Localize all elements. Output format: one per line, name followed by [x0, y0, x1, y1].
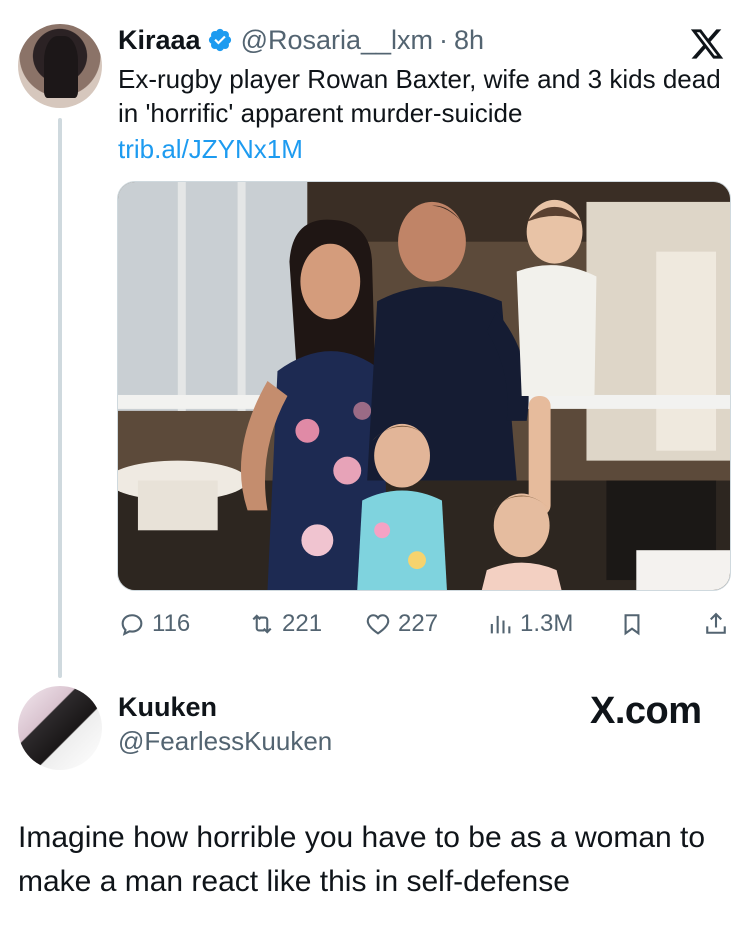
tweet-actions: 116 221 227 1.3M	[118, 606, 733, 642]
views-count: 1.3M	[520, 610, 574, 637]
bookmark-icon	[624, 614, 640, 636]
repost-icon	[252, 614, 272, 634]
avatar[interactable]	[18, 686, 102, 770]
repost-button[interactable]: 221	[248, 610, 322, 638]
repost-count: 221	[282, 610, 323, 637]
share-icon	[706, 612, 726, 634]
reply-icon	[121, 614, 143, 636]
author-name[interactable]: Kuuken	[118, 692, 217, 723]
views-button[interactable]: 1.3M	[486, 610, 573, 638]
separator-dot: ·	[439, 24, 449, 55]
reply-button[interactable]: 116	[118, 610, 190, 638]
tweet-text: Imagine how horrible you have to be as a…	[18, 821, 706, 898]
author-handle[interactable]: @FearlessKuuken	[118, 726, 332, 757]
like-count: 227	[398, 610, 439, 637]
like-button[interactable]: 227	[364, 610, 438, 638]
views-icon	[490, 615, 511, 634]
author-name[interactable]: Kiraaa	[118, 25, 201, 56]
author-handle[interactable]: @Rosaria__lxm	[241, 25, 433, 56]
thread-line	[58, 118, 62, 678]
timestamp[interactable]: 8h	[454, 25, 484, 56]
reply-count: 116	[152, 610, 191, 637]
tweet-photo[interactable]	[117, 181, 731, 591]
bookmark-button[interactable]	[618, 610, 646, 638]
watermark: X.com	[590, 690, 702, 732]
share-button[interactable]	[702, 610, 730, 638]
like-icon	[366, 614, 390, 635]
tweet-header: Kiraaa @Rosaria__lxm · 8h	[118, 22, 484, 58]
tweet-link[interactable]: trib.al/JZYNx1M	[118, 132, 303, 166]
quoted-tweet: Kiraaa @Rosaria__lxm · 8h Ex-rugby playe…	[0, 0, 750, 678]
x-logo-icon	[690, 29, 724, 59]
avatar[interactable]	[18, 24, 102, 108]
verified-badge-icon	[208, 28, 231, 52]
reply-tweet: Kuuken @FearlessKuuken X.com Imagine how…	[0, 670, 750, 936]
tweet-text: Ex-rugby player Rowan Baxter, wife and 3…	[118, 64, 721, 128]
